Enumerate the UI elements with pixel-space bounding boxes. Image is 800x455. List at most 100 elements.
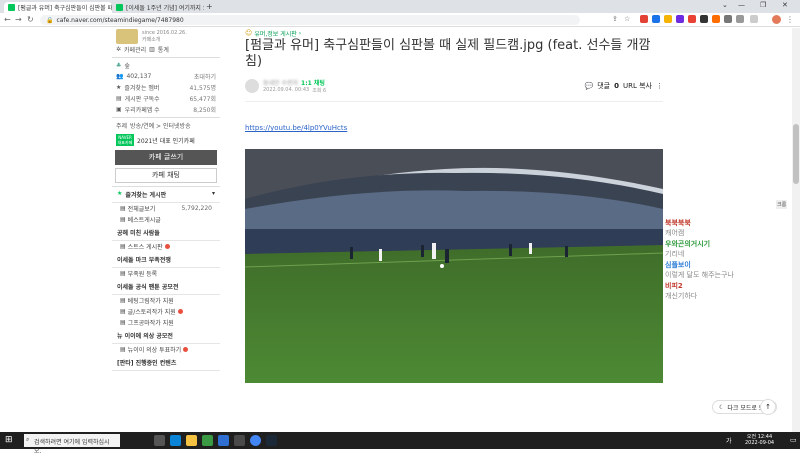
new-tab-plus-icon[interactable]: + — [206, 2, 213, 11]
board-icon: ▤ — [120, 243, 126, 250]
best-posts-link[interactable]: 베스트게시글 — [128, 215, 161, 224]
comments-count: 0 — [614, 82, 619, 90]
lock-icon: 🔒 — [46, 16, 54, 24]
scrollbar-thumb[interactable] — [793, 124, 799, 184]
tab-inactive[interactable]: [이세돌 1주년 기념] 여기까지 오... × — [112, 2, 204, 13]
chat-message: 캐어캠 — [665, 229, 685, 237]
extension-icon[interactable] — [664, 15, 672, 23]
tab-search-chevron-icon[interactable]: ⌄ — [722, 1, 728, 9]
app-icon[interactable] — [234, 435, 245, 446]
fav-board-header[interactable]: 즐겨찾는 게시판 — [125, 190, 166, 199]
puzzle-extensions-icon[interactable] — [736, 15, 744, 23]
members-count[interactable]: 402,137 — [126, 73, 151, 80]
menu-kebab-icon[interactable]: ⋮ — [786, 15, 794, 24]
chat-tag[interactable]: 1:1 채팅 — [301, 78, 325, 87]
board-link[interactable]: 유머,정보 게시판 — [254, 29, 296, 38]
cafe-intro-link[interactable]: 카페소개 — [142, 36, 187, 43]
tab-active[interactable]: [펌글과 유머] 축구심판들이 심판볼 때 실... × — [4, 2, 112, 13]
board-link[interactable]: 그프공마작가 지원 — [128, 318, 174, 327]
subscribe-value: 65,477회 — [189, 96, 216, 103]
post-date: 2022.09.04. 00:43 — [263, 87, 310, 93]
extension-icon[interactable] — [688, 15, 696, 23]
reload-icon[interactable]: ↻ — [27, 15, 34, 24]
page-scrollbar[interactable] — [792, 28, 800, 432]
cafe-thumbnail[interactable] — [116, 28, 138, 44]
topic-label: 주제 — [116, 123, 128, 130]
share-icon[interactable]: ⇪ — [612, 15, 618, 23]
chat-username: 우와곤의거시기 — [665, 240, 711, 248]
search-placeholder: 검색하려면 여기에 입력하십시오. — [34, 439, 110, 455]
extension-icon[interactable] — [676, 15, 684, 23]
all-posts-link[interactable]: 전체글보기 — [128, 204, 156, 213]
board-link[interactable]: 스트스 게시판 — [128, 242, 163, 251]
windows-start-icon[interactable]: ⊞ — [5, 435, 13, 445]
steam-icon[interactable] — [266, 435, 277, 446]
chrome-icon[interactable] — [250, 435, 261, 446]
app-label: 우리카페앱 수 — [124, 107, 160, 114]
board-icon: ▤ — [120, 346, 126, 353]
task-view-icon[interactable] — [154, 435, 165, 446]
extension-icon[interactable] — [712, 15, 720, 23]
video-player[interactable] — [245, 149, 663, 383]
author-name[interactable]: 동네만 수련자 — [263, 78, 298, 87]
section-header: [판타] 진행중인 컨텐츠 — [112, 355, 220, 371]
minecraft-icon[interactable] — [202, 435, 213, 446]
system-clock[interactable]: 오전 12:44 2022-09-04 — [745, 434, 774, 446]
topic-value[interactable]: 방송/연예 > 인터넷방송 — [130, 121, 191, 130]
board-icon: ▤ — [120, 308, 126, 315]
fav-members-label: 즐겨찾는 멤버 — [124, 85, 160, 92]
members-icon: 👥 — [116, 73, 124, 80]
extension-icon[interactable] — [724, 15, 732, 23]
board-link[interactable]: 글/스토리작가 지원 — [128, 307, 176, 316]
chevron-right-icon: › — [298, 29, 302, 37]
comments-label[interactable]: 댓글 — [597, 81, 610, 91]
url-input[interactable]: 🔒 cafe.naver.com/steamindiegame/7487980 — [40, 15, 580, 25]
edge-icon[interactable] — [170, 435, 181, 446]
stats-link[interactable]: 통계 — [158, 45, 169, 54]
youtube-link[interactable]: https://youtu.be/4lp0YVuHcts — [245, 124, 347, 132]
clock-date: 2022-09-04 — [745, 440, 775, 446]
close-window-icon[interactable]: ✕ — [782, 1, 788, 9]
back-icon[interactable]: ← — [4, 15, 11, 24]
bookmark-star-icon[interactable]: ☆ — [624, 15, 630, 23]
stadium-video-frame — [245, 149, 663, 383]
subscribe-label: 게시판 구독수 — [124, 96, 160, 103]
ime-lang[interactable]: 가 — [726, 436, 732, 445]
chat-username: 북북북북 — [665, 219, 691, 227]
maximize-icon[interactable]: ❐ — [760, 1, 766, 9]
notification-icon[interactable]: ▭ — [790, 436, 797, 444]
chat-username: 심플보이 — [665, 261, 691, 269]
url-copy-button[interactable]: URL 복사 — [623, 81, 652, 91]
naver-badge: NAVER 대표카페 — [116, 134, 134, 146]
file-explorer-icon[interactable] — [186, 435, 197, 446]
cafe-chat-button[interactable]: 카페 채팅 — [115, 168, 217, 183]
vscode-icon[interactable] — [218, 435, 229, 446]
gear-icon: ✲ — [116, 46, 122, 53]
extension-icon[interactable] — [640, 15, 648, 23]
more-kebab-icon[interactable]: ⋮ — [656, 82, 663, 90]
invite-link[interactable]: 초대하기 — [194, 72, 216, 81]
profile-avatar[interactable] — [772, 15, 781, 24]
level-badge: 숲 — [124, 63, 130, 70]
board-link[interactable]: 부족원 등록 — [128, 269, 158, 278]
taskbar-search-input[interactable]: ⌕ 검색하려면 여기에 입력하십시오. — [24, 434, 120, 455]
side-label: 크롬 — [776, 200, 788, 209]
new-badge — [177, 309, 183, 314]
board-link[interactable]: 베팅그림작가 지원 — [128, 296, 174, 305]
extension-icon[interactable] — [652, 15, 660, 23]
board-link[interactable]: 뉴이이 의상 투표하기 — [128, 345, 182, 354]
forward-icon[interactable]: → — [15, 15, 22, 24]
media-icon[interactable] — [750, 15, 758, 23]
cafe-write-button[interactable]: 카페 글쓰기 — [115, 150, 217, 165]
extension-icon[interactable] — [700, 15, 708, 23]
star-icon: ★ — [117, 190, 123, 197]
new-badge — [164, 244, 170, 249]
scroll-top-button[interactable]: ↑ — [760, 399, 776, 415]
address-bar-row: ← → ↻ 🔒 cafe.naver.com/steamindiegame/74… — [0, 13, 800, 27]
author-avatar[interactable] — [245, 79, 259, 93]
divider — [112, 117, 220, 118]
chevron-down-icon[interactable]: ▾ — [212, 190, 215, 199]
minimize-icon[interactable]: — — [738, 1, 745, 9]
search-icon: ⌕ — [26, 436, 30, 443]
admin-link[interactable]: 카페관리 — [124, 45, 146, 54]
